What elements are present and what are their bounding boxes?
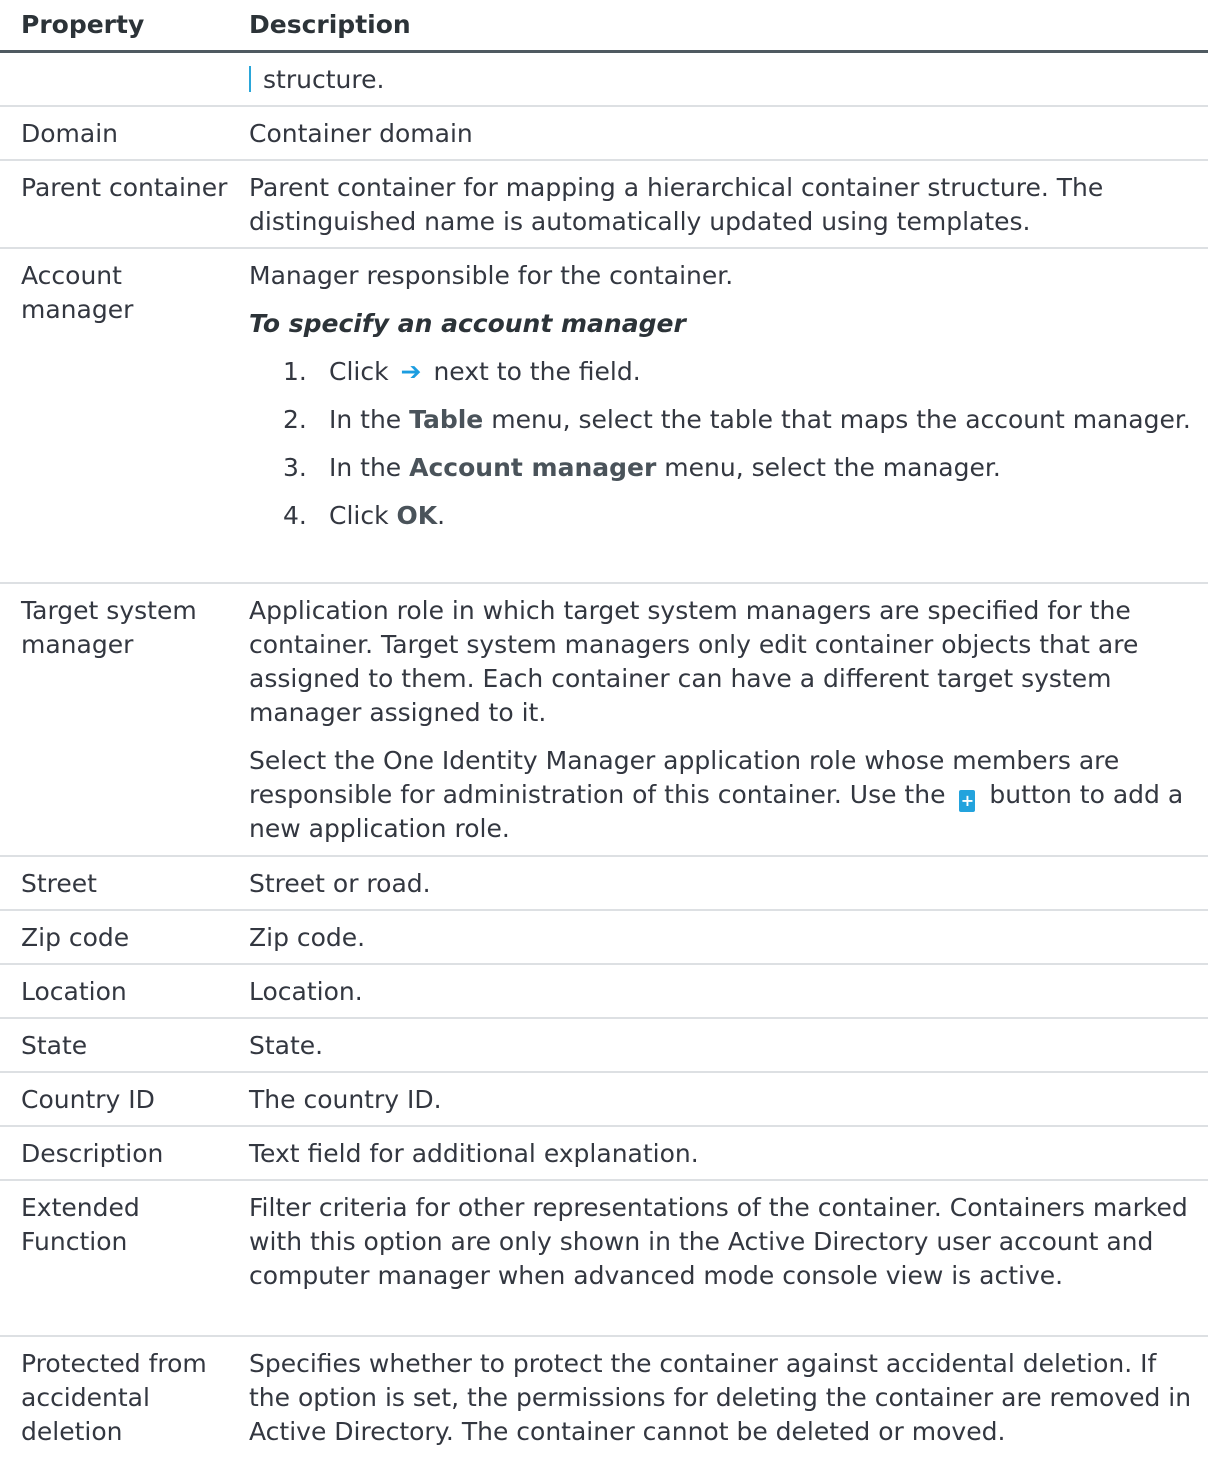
row-property: Location — [21, 977, 127, 1006]
header-property: Property — [21, 10, 145, 39]
procedure-title: To specify an account manager — [249, 309, 686, 338]
step-number: 3. — [283, 453, 307, 482]
row-description: Application role in which target system … — [249, 596, 1139, 727]
step-text: menu, select the manager. — [656, 453, 1001, 482]
row-description-wrap: Application role in which target system … — [249, 594, 1199, 846]
row-property: Extended Function — [21, 1193, 140, 1256]
step-text: . — [437, 501, 446, 530]
step-bold: Account manager — [409, 453, 657, 482]
step-text: Click — [329, 501, 397, 530]
row-property: Domain — [21, 119, 119, 148]
step-text: menu, select the table that maps the acc… — [483, 405, 1191, 434]
row-description: Filter criteria for other representation… — [249, 1193, 1188, 1290]
table-row: State State. — [0, 1019, 1208, 1073]
row-property: Zip code — [21, 923, 130, 952]
row-description-wrap: structure. — [249, 63, 1199, 97]
table-row: Description Text field for additional ex… — [0, 1127, 1208, 1181]
property-table: Property Description structure. Domain C… — [0, 0, 1208, 1446]
table-row: Protected from accidental deletion Speci… — [0, 1337, 1208, 1457]
row-property: Country ID — [21, 1085, 155, 1114]
header-description: Description — [249, 10, 411, 39]
procedure-step: 4. Click OK. — [249, 499, 1199, 533]
table-row: Street Street or road. — [0, 857, 1208, 911]
arrow-right-icon: ➔ — [400, 357, 422, 386]
table-row: Parent container Parent container for ma… — [0, 161, 1208, 249]
row-description: structure. — [263, 65, 385, 94]
add-icon: + — [959, 790, 976, 812]
procedure-steps: 1. Click ➔ next to the field. 2. In the … — [249, 355, 1199, 533]
step-text: In the — [329, 405, 410, 434]
row-property: Protected from accidental deletion — [21, 1349, 207, 1446]
procedure-step: 3. In the Account manager menu, select t… — [249, 451, 1199, 485]
table-header: Property Description — [0, 0, 1208, 53]
row-property: State — [21, 1031, 88, 1060]
step-number: 4. — [283, 501, 307, 530]
table-row: Account manager Manager responsible for … — [0, 249, 1208, 584]
table-row: Country ID The country ID. — [0, 1073, 1208, 1127]
row-property: Target system manager — [21, 596, 197, 659]
table-row: Domain Container domain — [0, 107, 1208, 161]
step-number: 1. — [283, 357, 307, 386]
row-description: Zip code. — [249, 923, 366, 952]
row-description: Text field for additional explanation. — [249, 1139, 699, 1168]
change-bar — [249, 66, 251, 92]
row-description: Specifies whether to protect the contain… — [249, 1349, 1192, 1446]
procedure-step: 2. In the Table menu, select the table t… — [249, 403, 1199, 437]
table-row: structure. — [0, 53, 1208, 107]
row-description: Container domain — [249, 119, 473, 148]
table-row: Target system manager Application role i… — [0, 584, 1208, 857]
step-text: next to the field. — [433, 357, 641, 386]
row-description: Location. — [249, 977, 363, 1006]
step-text: Click — [329, 357, 389, 386]
row-description: The country ID. — [249, 1085, 442, 1114]
row-description: Manager responsible for the container. — [249, 261, 734, 290]
row-description: State. — [249, 1031, 324, 1060]
row-property: Account manager — [21, 261, 134, 324]
table-row: Extended Function Filter criteria for ot… — [0, 1181, 1208, 1337]
step-bold: OK — [396, 501, 438, 530]
procedure-step: 1. Click ➔ next to the field. — [249, 355, 1199, 389]
row-description: Parent container for mapping a hierarchi… — [249, 173, 1104, 236]
step-number: 2. — [283, 405, 307, 434]
table-row: Location Location. — [0, 965, 1208, 1019]
row-property: Description — [21, 1139, 164, 1168]
row-description-wrap: Manager responsible for the container. T… — [249, 259, 1199, 533]
step-bold: Table — [409, 405, 484, 434]
row-description: Street or road. — [249, 869, 431, 898]
row-property: Street — [21, 869, 97, 898]
step-text: In the — [329, 453, 410, 482]
row-property: Parent container — [21, 173, 228, 202]
row-description-2: Select the One Identity Manager applicat… — [249, 744, 1199, 846]
table-row: Zip code Zip code. — [0, 911, 1208, 965]
